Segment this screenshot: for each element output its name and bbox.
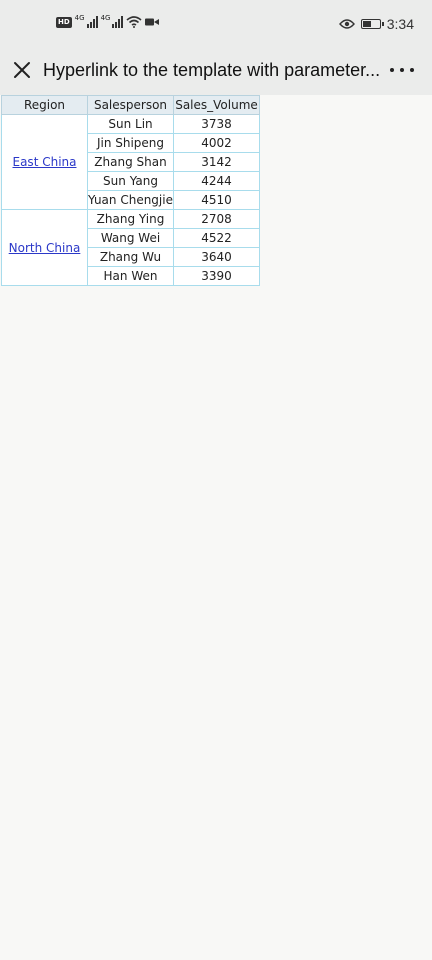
hd-badge: HD <box>56 16 72 28</box>
status-icons-right: 3:34 <box>338 16 414 32</box>
page-title: Hyperlink to the template with parameter… <box>43 60 381 80</box>
salesperson-cell: Sun Yang <box>87 171 174 191</box>
salesperson-cell: Yuan Chengjie <box>87 190 174 210</box>
header-sales-volume: Sales_Volume <box>173 95 260 115</box>
salesperson-cell: Han Wen <box>87 266 174 286</box>
table-row: North China Zhang Ying 2708 <box>1 209 260 286</box>
salesperson-cell: Wang Wei <box>87 228 174 248</box>
table-row: East China Sun Lin 3738 <box>1 114 260 210</box>
sales-report-table: Region Salesperson Sales_Volume East Chi… <box>1 95 260 286</box>
sales-volume-cell: 3390 <box>173 266 260 286</box>
sales-volume-cell: 3640 <box>173 247 260 267</box>
salesperson-cell: Zhang Wu <box>87 247 174 267</box>
sales-volume-cell: 4510 <box>173 190 260 210</box>
video-camera-icon <box>145 18 160 26</box>
sales-volume-cell: 4002 <box>173 133 260 153</box>
wifi-icon <box>126 16 142 28</box>
network-type-1: 4G <box>74 14 85 22</box>
more-options-button[interactable] <box>390 60 414 80</box>
close-button[interactable] <box>8 56 36 84</box>
region-cell-north-china: North China <box>1 209 88 286</box>
signal-icon-2: 4G <box>100 14 124 28</box>
salesperson-cell: Zhang Shan <box>87 152 174 172</box>
sales-volume-cell: 4244 <box>173 171 260 191</box>
signal-icon-1: 4G <box>74 14 98 28</box>
sales-volume-cell: 2708 <box>173 209 260 229</box>
salesperson-cell: Jin Shipeng <box>87 133 174 153</box>
status-bar: HD 4G 4G 3:34 <box>0 0 432 50</box>
status-icons-left: HD 4G 4G <box>56 14 160 28</box>
battery-icon <box>360 19 384 29</box>
status-time: 3:34 <box>386 16 414 32</box>
sales-volume-cell: 3738 <box>173 114 260 134</box>
sales-volume-cell: 3142 <box>173 152 260 172</box>
network-type-2: 4G <box>100 14 111 22</box>
region-link-east-china[interactable]: East China <box>13 155 77 169</box>
sales-volume-cell: 4522 <box>173 228 260 248</box>
table-header-row: Region Salesperson Sales_Volume <box>1 95 260 115</box>
header-region: Region <box>1 95 88 115</box>
eye-icon <box>338 19 355 29</box>
close-icon <box>14 62 30 78</box>
more-options-icon <box>390 68 394 72</box>
salesperson-cell: Zhang Ying <box>87 209 174 229</box>
region-link-north-china[interactable]: North China <box>9 241 81 255</box>
region-cell-east-china: East China <box>1 114 88 210</box>
header-salesperson: Salesperson <box>87 95 174 115</box>
salesperson-cell: Sun Lin <box>87 114 174 134</box>
title-bar: Hyperlink to the template with parameter… <box>0 50 432 95</box>
